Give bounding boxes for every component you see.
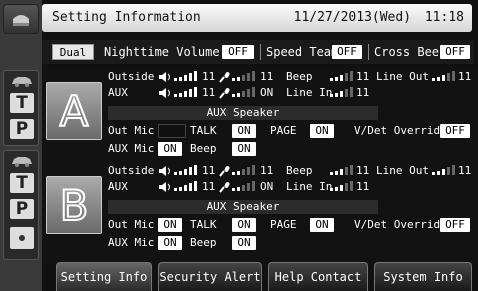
dual-mode-badge: Dual bbox=[52, 44, 94, 60]
line-in-value: 11 bbox=[356, 180, 370, 193]
talk-value[interactable]: ON bbox=[232, 124, 256, 138]
outside-spk-value: 11 bbox=[202, 70, 216, 83]
date-text: 11/27/2013(Wed) bbox=[293, 10, 412, 25]
beep-value: 11 bbox=[356, 164, 370, 177]
line-in-label: Line In bbox=[286, 86, 333, 99]
tab-help-contact[interactable]: Help Contact bbox=[268, 262, 368, 291]
vdet-override-label: V/Det Override bbox=[354, 218, 447, 231]
out-mic-label: Out Mic bbox=[108, 124, 155, 137]
outside-label: Outside bbox=[108, 164, 155, 177]
section-letter-text: A bbox=[59, 86, 90, 137]
separator bbox=[368, 44, 369, 60]
header-bar: Setting Information 11/27/2013(Wed) 11:1… bbox=[42, 4, 472, 32]
section-a: A Outside 11 11 Beep 11 Line Out 11 AUX … bbox=[42, 68, 478, 168]
page-value[interactable]: ON bbox=[310, 124, 334, 138]
outside-spk-value: 11 bbox=[202, 164, 216, 177]
beep-value: 11 bbox=[356, 70, 370, 83]
line-out-label: Line Out bbox=[376, 164, 429, 177]
aux-mic-label: AUX Mic bbox=[108, 142, 155, 155]
t-indicator[interactable]: T bbox=[10, 93, 34, 113]
beep-toggle[interactable]: ON bbox=[232, 236, 256, 250]
speed-team-value: OFF bbox=[332, 45, 362, 59]
page-label: PAGE bbox=[270, 124, 297, 137]
home-icon bbox=[13, 15, 29, 26]
talk-label: TALK bbox=[190, 124, 217, 137]
line-in-value: 11 bbox=[356, 86, 370, 99]
aux-speaker-band: AUX Speaker bbox=[108, 106, 378, 120]
line-out-value: 11 bbox=[458, 164, 472, 177]
section-b: B Outside 11 11 Beep 11 Line Out 11 AUX … bbox=[42, 162, 478, 262]
separator bbox=[260, 44, 261, 60]
line-out-label: Line Out bbox=[376, 70, 429, 83]
section-letter-b: B bbox=[46, 176, 102, 234]
vdet-override-label: V/Det Override bbox=[354, 124, 447, 137]
outside-label: Outside bbox=[108, 70, 155, 83]
cross-beep-label: Cross Beep bbox=[374, 45, 447, 59]
section-letter-text: B bbox=[59, 180, 90, 231]
talk-label: TALK bbox=[190, 218, 217, 231]
dot-icon bbox=[19, 235, 25, 241]
out-mic-value[interactable]: ON bbox=[158, 218, 182, 232]
outside-mic-value: 11 bbox=[260, 70, 274, 83]
section-letter-a: A bbox=[46, 82, 102, 140]
left-sidebar: T P T P bbox=[0, 0, 42, 291]
nighttime-volume-label: Nighttime Volume bbox=[104, 45, 220, 59]
beep-toggle-label: Beep bbox=[190, 142, 217, 155]
line-out-value: 11 bbox=[458, 70, 472, 83]
aux-spk-value: 11 bbox=[202, 180, 216, 193]
aux-mic-value: ON bbox=[260, 180, 274, 193]
car-icon bbox=[12, 77, 32, 87]
beep-toggle-label: Beep bbox=[190, 236, 217, 249]
cross-beep-value: OFF bbox=[440, 45, 470, 59]
microphone-icon bbox=[219, 72, 230, 83]
beep-label: Beep bbox=[286, 164, 313, 177]
tab-security-alert[interactable]: Security Alert bbox=[158, 262, 262, 291]
datetime: 11/27/2013(Wed) 11:18 bbox=[294, 10, 464, 25]
bottom-tab-bar: Setting Info Security Alert Help Contact… bbox=[42, 262, 478, 291]
p-indicator[interactable]: P bbox=[10, 119, 34, 139]
page-title: Setting Information bbox=[52, 10, 201, 25]
sidebar-group-a: T P bbox=[3, 70, 39, 146]
tab-setting-info[interactable]: Setting Info bbox=[56, 262, 152, 291]
microphone-icon bbox=[219, 182, 230, 193]
beep-toggle[interactable]: ON bbox=[232, 142, 256, 156]
main-panel: Setting Information 11/27/2013(Wed) 11:1… bbox=[42, 0, 478, 291]
outside-mic-value: 11 bbox=[260, 164, 274, 177]
talk-value[interactable]: ON bbox=[232, 218, 256, 232]
t-indicator[interactable]: T bbox=[10, 173, 34, 193]
status-bar: Dual Nighttime Volume OFF Speed Team OFF… bbox=[42, 40, 474, 64]
time-text: 11:18 bbox=[424, 10, 464, 25]
tab-system-info[interactable]: System Info bbox=[374, 262, 472, 291]
speaker-icon bbox=[159, 72, 170, 82]
out-mic-value[interactable] bbox=[158, 124, 186, 138]
aux-mic-toggle[interactable]: ON bbox=[158, 142, 182, 156]
page-label: PAGE bbox=[270, 218, 297, 231]
aux-label: AUX bbox=[108, 180, 128, 193]
beep-label: Beep bbox=[286, 70, 313, 83]
page-value[interactable]: ON bbox=[310, 218, 334, 232]
vdet-override-value[interactable]: OFF bbox=[440, 218, 470, 232]
nighttime-volume-value: OFF bbox=[222, 45, 254, 59]
aux-mic-value: ON bbox=[260, 86, 274, 99]
sidebar-group-b: T P bbox=[3, 150, 39, 260]
p-indicator[interactable]: P bbox=[10, 199, 34, 219]
home-button[interactable] bbox=[3, 4, 39, 34]
microphone-icon bbox=[219, 88, 230, 99]
setting-info-screen: T P T P Setting Information 11/27/2013(W… bbox=[0, 0, 478, 291]
aux-label: AUX bbox=[108, 86, 128, 99]
car-icon bbox=[12, 157, 32, 167]
speaker-icon bbox=[159, 182, 170, 192]
speaker-icon bbox=[159, 166, 170, 176]
aux-mic-label: AUX Mic bbox=[108, 236, 155, 249]
aux-spk-value: 11 bbox=[202, 86, 216, 99]
speed-team-label: Speed Team bbox=[266, 45, 339, 59]
out-mic-label: Out Mic bbox=[108, 218, 155, 231]
line-in-label: Line In bbox=[286, 180, 333, 193]
aux-mic-toggle[interactable]: ON bbox=[158, 236, 182, 250]
dot-button[interactable] bbox=[10, 227, 34, 249]
microphone-icon bbox=[219, 166, 230, 177]
vdet-override-value[interactable]: OFF bbox=[440, 124, 470, 138]
speaker-icon bbox=[159, 88, 170, 98]
aux-speaker-band: AUX Speaker bbox=[108, 200, 378, 214]
